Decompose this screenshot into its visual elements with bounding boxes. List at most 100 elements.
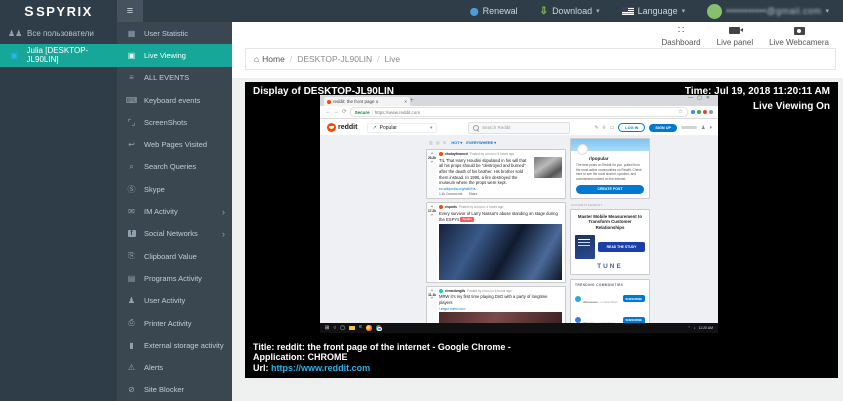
sidebar-item-user-activity[interactable]: ♟ User Activity (117, 290, 232, 312)
sidebar-item-social-networks[interactable]: f Social Networks › (117, 223, 232, 245)
window-maximize-icon[interactable]: ▢ (697, 95, 706, 101)
comments-button[interactable]: 1.4k Comments (439, 192, 463, 196)
signup-button[interactable]: SIGN UP (649, 123, 677, 132)
chevron-right-icon: › (222, 206, 225, 217)
upvote-icon[interactable]: ▲ (430, 151, 433, 156)
screenshot-icon: ⌜⌟ (127, 117, 136, 127)
subreddit-link[interactable]: r/reactiongifs (445, 289, 465, 293)
downvote-icon[interactable]: ▼ (430, 213, 433, 218)
breadcrumb-device[interactable]: DESKTOP-JL90LIN (297, 54, 372, 64)
dashboard-button[interactable]: ∷ Dashboard (661, 25, 700, 47)
coin-icon[interactable]: ⌾ (603, 125, 606, 131)
post-title[interactable]: MRW it's my first time playing DnD with … (439, 294, 562, 305)
renewal-button[interactable]: ⬤ Renewal (470, 6, 518, 16)
sidebar-item-keyboard-events[interactable]: ⌨ Keyboard events (117, 89, 232, 111)
sidebar-item-search-queries[interactable]: ⌕ Search Queries (117, 156, 232, 178)
edge-icon[interactable]: e (359, 325, 362, 331)
sidebar-item-external-storage[interactable]: ▮ External storage activity (117, 334, 232, 356)
ad-cta-button[interactable]: READ THE STUDY (598, 241, 645, 252)
sidebar-item-site-blocker[interactable]: ⊘ Site Blocker (117, 379, 232, 401)
browser-tab[interactable]: reddit: the front page o × (324, 97, 410, 106)
firefox-icon[interactable] (366, 325, 372, 331)
post-card[interactable]: ▲ 23.2k ▼ r/todayilearned Posted by u/••… (426, 149, 566, 200)
window-close-icon[interactable]: ✕ (706, 95, 714, 101)
usb-icon: ▮ (129, 340, 134, 350)
sidebar-item-screenshots[interactable]: ⌜⌟ ScreenShots (117, 111, 232, 133)
sidebar-item-clipboard-value[interactable]: ⎘ Clipboard Value (117, 245, 232, 267)
feed-selector[interactable]: ↗ Popular ▾ (367, 122, 438, 133)
post-title[interactable]: Every survivor of Larry Nassar's abuse s… (439, 211, 562, 222)
trending-communities-card: TRENDING COMMUNITIES r/•••••••••••••,•••… (570, 278, 650, 323)
sidebar-item-printer-activity[interactable]: ⎙ Printer Activity (117, 312, 232, 334)
sidebar-item-user-julia[interactable]: ▣ Julia [DESKTOP-JL90LIN] (0, 44, 117, 67)
share-button[interactable]: Share (469, 192, 478, 196)
sidebar-item-alerts[interactable]: ⚠ Alerts (117, 356, 232, 378)
language-menu[interactable]: Language ▾ (621, 6, 685, 16)
post-thumbnail[interactable] (534, 157, 562, 178)
chevron-down-icon[interactable]: ▾ (709, 125, 712, 131)
post-card[interactable]: ▲ 11.1k ▼ r/reactiongifs Posted by u/•••… (426, 285, 566, 323)
post-meta: Posted by u/•••••••• 5 hours ago (469, 152, 515, 156)
subreddit-link[interactable]: r/todayilearned (445, 152, 468, 156)
community-name[interactable]: r/••••••••••• (584, 300, 598, 304)
star-icon[interactable]: ☆ (678, 109, 683, 115)
pencil-icon[interactable]: ✎ (594, 125, 598, 131)
post-image[interactable] (439, 312, 562, 323)
reload-icon[interactable]: ⟳ (342, 109, 347, 115)
post-title[interactable]: TIL That Harry Houdini stipulated in his… (439, 158, 530, 186)
viewer-url-link[interactable]: https://www.reddit.com (271, 363, 370, 373)
hamburger-icon: ≡ (126, 5, 134, 17)
window-minimize-icon[interactable]: — (688, 95, 697, 101)
new-tab-button[interactable]: + (410, 98, 414, 104)
sidebar-item-programs-activity[interactable]: ▤ Programs Activity (117, 267, 232, 289)
create-post-button[interactable]: CREATE POST (576, 184, 644, 194)
breadcrumb-separator: / (289, 54, 293, 64)
post-link[interactable]: en.wikipedia.org/wiki/Ha... (439, 187, 562, 191)
view-mode-icons[interactable]: ▥ ▤ ☰ (429, 140, 447, 145)
downvote-icon[interactable]: ▼ (430, 297, 433, 301)
task-view-icon[interactable]: ▢ (340, 325, 345, 331)
sidebar-item-all-users[interactable]: ♟♟ Все пользователи (0, 22, 117, 44)
file-explorer-icon[interactable] (348, 325, 355, 331)
live-panel-button[interactable]: Live panel (717, 25, 753, 47)
menu-toggle-button[interactable]: ≡ (117, 0, 143, 22)
back-icon[interactable]: ← (325, 109, 331, 115)
sort-hot-dropdown[interactable]: HOT ▾ (451, 140, 462, 146)
forward-icon[interactable]: → (334, 109, 340, 115)
sidebar-item-skype[interactable]: Ⓢ Skype (117, 178, 232, 200)
post-card[interactable]: ▲ 17.2k ▼ r/sports Posted by u/•••••••• … (426, 202, 566, 283)
sidebar-item-all-events[interactable]: ≡ ALL EVENTS (117, 67, 232, 89)
search-circle-icon[interactable]: ○ (333, 325, 336, 331)
tab-close-icon[interactable]: × (404, 99, 407, 104)
spyrix-app: S SPYRIX ≡ ⬤ Renewal ⇩ Download ▾ Langua… (0, 0, 843, 401)
url-field[interactable]: Secure | https://www.reddit.com ☆ (349, 107, 688, 117)
post-link[interactable]: i.imgur.com/••••••• (439, 307, 562, 311)
tray-chevron-icon[interactable]: ⌃ (688, 326, 691, 330)
sidebar-item-user-statistic[interactable]: ▦ User Statistic (117, 22, 232, 44)
home-icon: ⌂ (254, 54, 260, 64)
viewer-url-label: Url: (253, 362, 269, 373)
tray-volume-icon[interactable]: ♪ (694, 326, 696, 330)
login-button[interactable]: LOG IN (618, 123, 646, 132)
start-button-icon[interactable]: ⊞ (325, 325, 329, 331)
account-menu[interactable]: •••••••••••@gmail.com ▾ (707, 3, 829, 19)
subscribe-button[interactable]: SUBSCRIBE (622, 295, 645, 303)
person-icon[interactable]: ♟ (701, 125, 705, 131)
chrome-icon[interactable] (375, 325, 382, 331)
sort-everywhere-dropdown[interactable]: EVERYWHERE ▾ (466, 140, 496, 146)
sidebar-item-live-viewing[interactable]: ▣ Live Viewing (117, 44, 232, 67)
downvote-icon[interactable]: ▼ (430, 160, 433, 165)
post-image[interactable] (439, 223, 562, 280)
download-menu[interactable]: ⇩ Download ▾ (540, 6, 600, 17)
reddit-search-input[interactable]: Search Reddit (468, 121, 570, 134)
ad-card[interactable]: Master Mobile Measurement to Transform C… (570, 208, 650, 275)
sidebar-item-im-activity[interactable]: ✉ IM Activity › (117, 200, 232, 222)
speech-icon[interactable]: ▭ (610, 125, 615, 131)
quick-actions: ∷ Dashboard Live panel Live Webcamera (661, 25, 829, 47)
upvote-icon[interactable]: ▲ (430, 288, 433, 293)
upvote-icon[interactable]: ▲ (430, 205, 433, 209)
breadcrumb-home[interactable]: ⌂ Home (254, 54, 285, 64)
live-webcamera-button[interactable]: Live Webcamera (769, 25, 829, 47)
subreddit-link[interactable]: r/sports (445, 205, 457, 209)
sidebar-item-web-pages-visited[interactable]: ↩ Web Pages Visited (117, 133, 232, 155)
